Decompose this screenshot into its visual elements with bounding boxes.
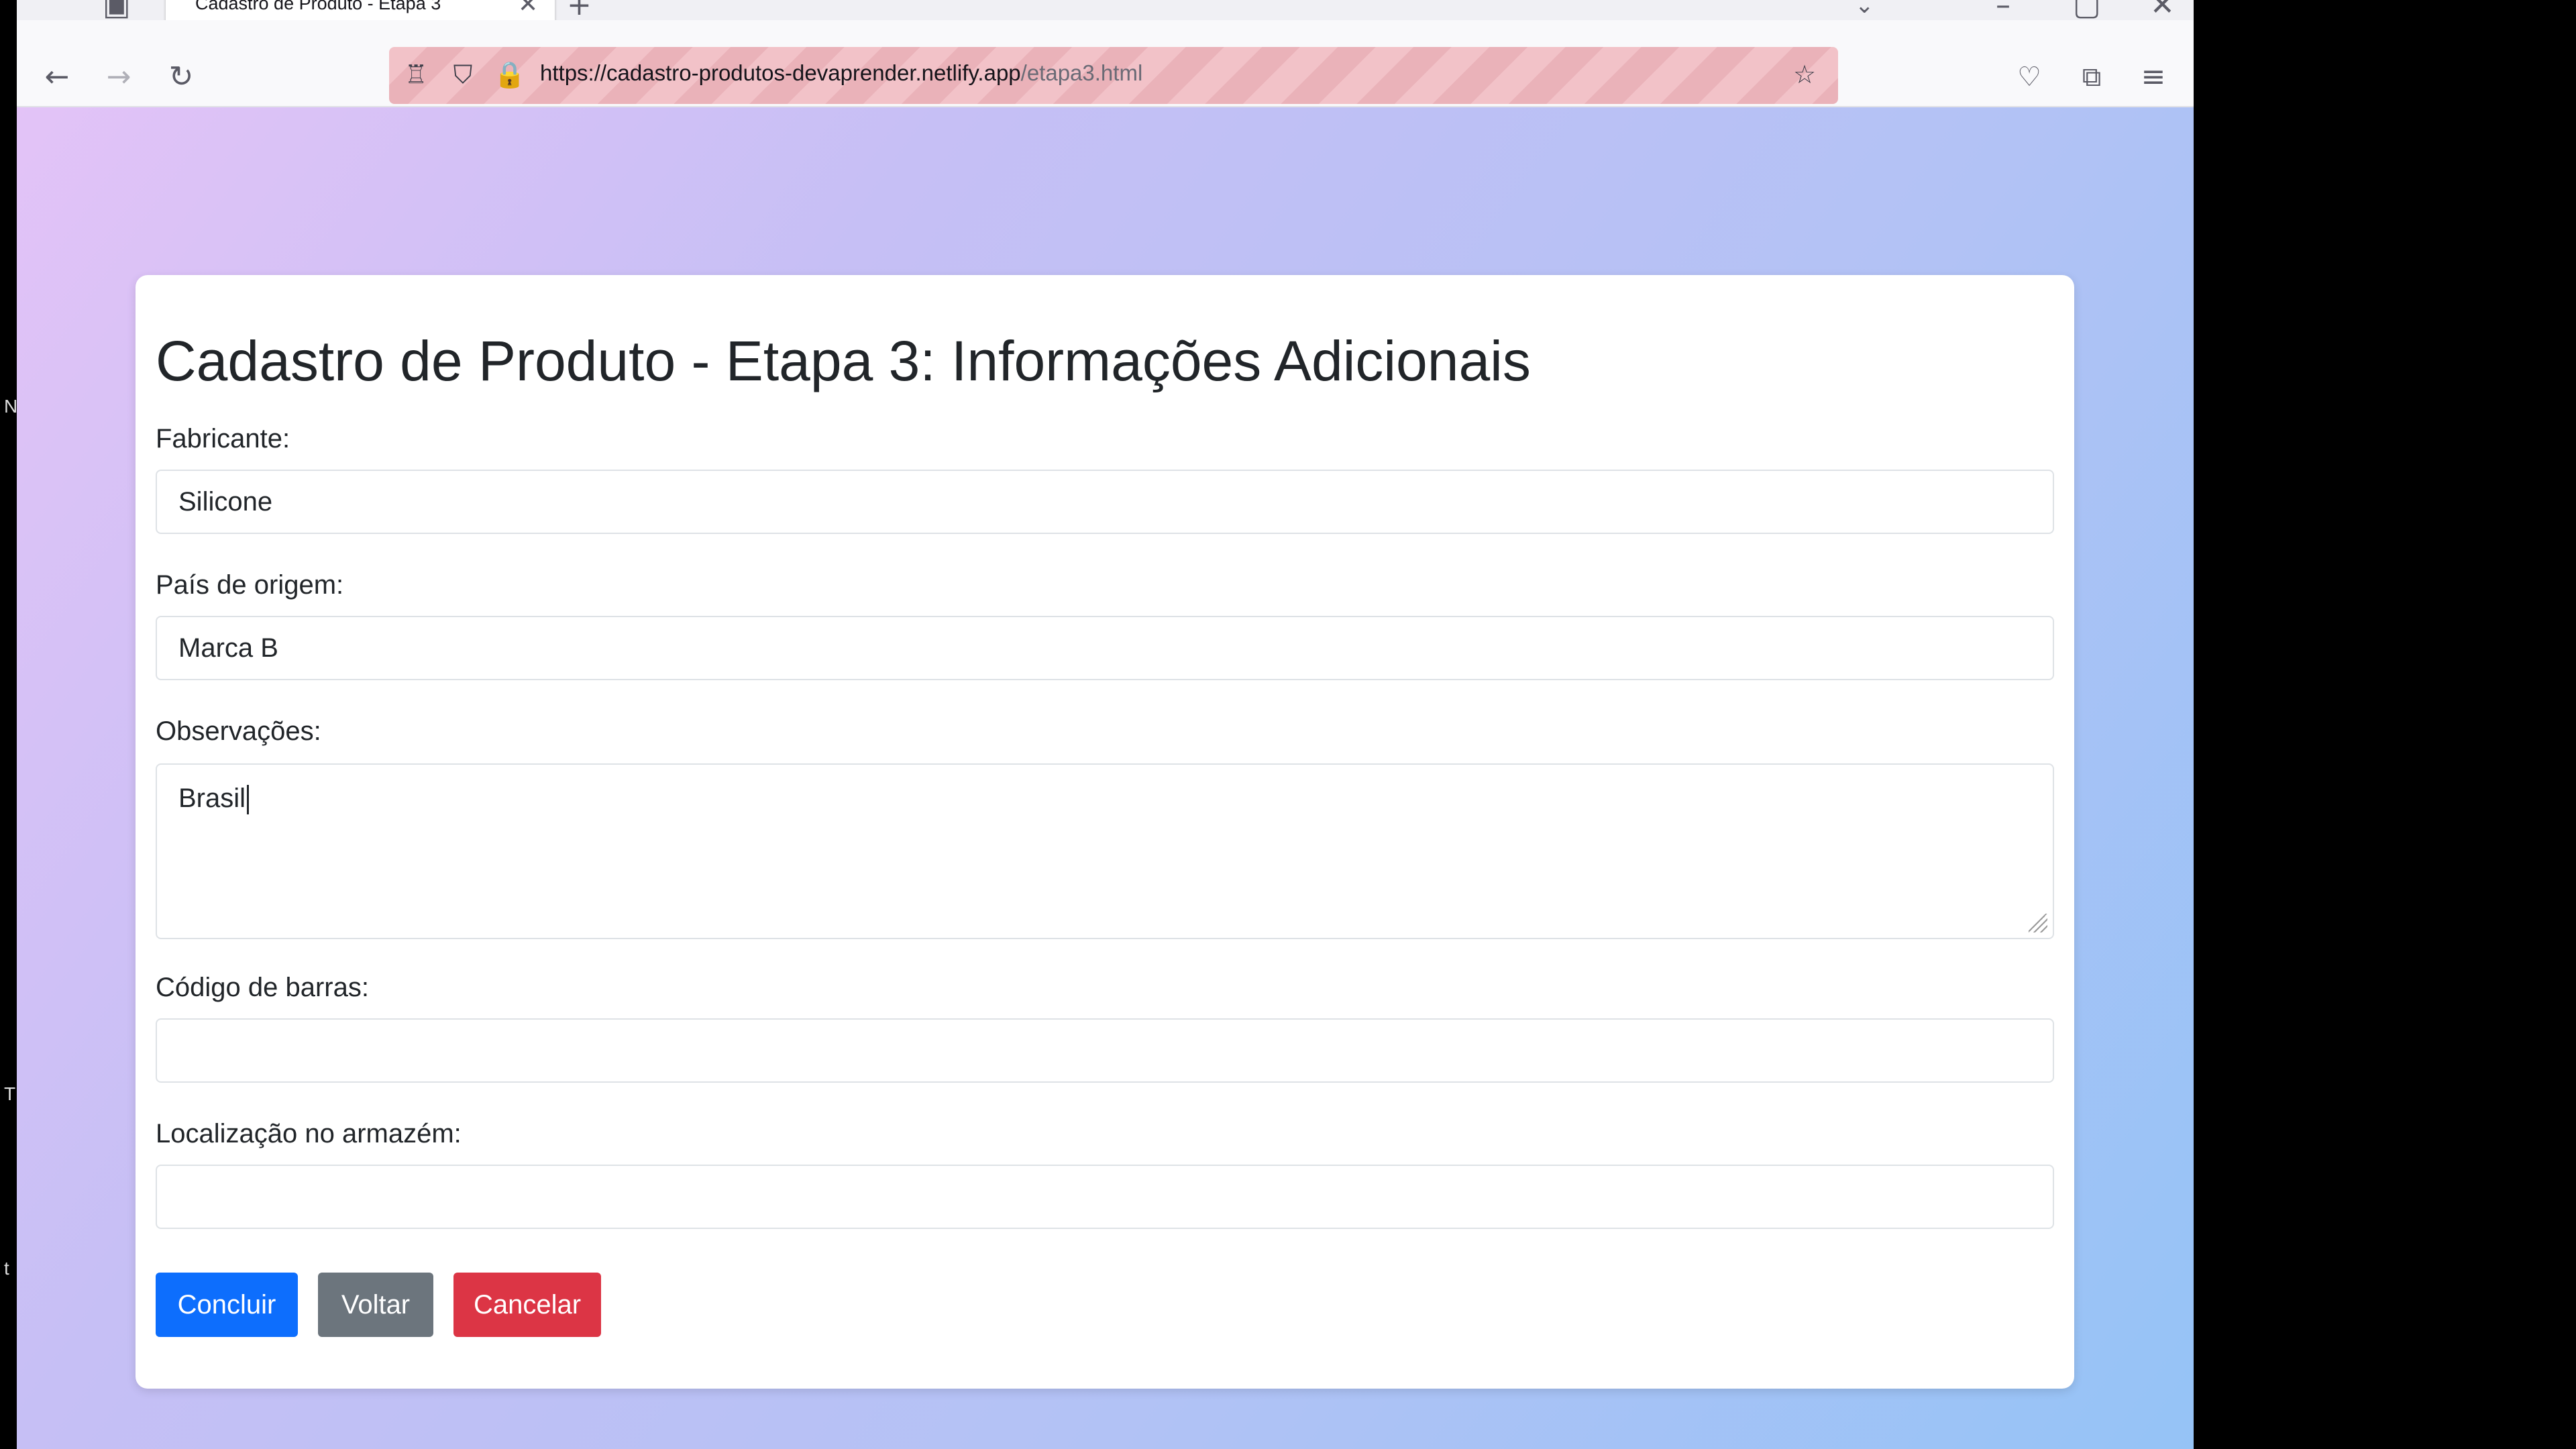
page-viewport: Cadastro de Produto - Etapa 3: Informaçõ…: [17, 107, 2194, 1449]
text-caret: [247, 785, 250, 815]
localizacao-input[interactable]: [156, 1165, 2054, 1229]
minimize-icon[interactable]: –: [1996, 0, 2010, 20]
observacoes-label: Observações:: [156, 716, 321, 746]
observacoes-textarea[interactable]: Brasil: [156, 763, 2054, 939]
concluir-button[interactable]: Concluir: [156, 1273, 298, 1337]
pocket-icon[interactable]: ♡: [2006, 54, 2053, 101]
tab-bar: ▣ Cadastro de Produto - Etapa 3 ✕ + ⌄ – …: [17, 0, 2194, 31]
url-host: https://cadastro-produtos-devaprender.ne…: [540, 60, 1021, 85]
remote-control-icon[interactable]: ♖: [399, 58, 433, 91]
url-text[interactable]: https://cadastro-produtos-devaprender.ne…: [540, 60, 1142, 86]
list-tabs-icon[interactable]: ⌄: [1855, 0, 1874, 20]
bookmark-star-icon[interactable]: ☆: [1788, 58, 1821, 91]
desktop-right-area: [2194, 0, 2576, 1449]
lock-icon[interactable]: 🔒: [493, 58, 527, 91]
back-icon[interactable]: ←: [34, 54, 80, 101]
edge-letter: t: [4, 1258, 9, 1279]
edge-letter: T: [4, 1083, 16, 1104]
desktop-left-edge: N T t: [0, 0, 17, 1449]
cancelar-button[interactable]: Cancelar: [453, 1273, 601, 1337]
reload-icon[interactable]: ↻: [158, 54, 205, 101]
pais-origem-input[interactable]: Marca B: [156, 616, 2054, 680]
observacoes-text: Brasil: [178, 784, 246, 813]
tab-title: Cadastro de Produto - Etapa 3: [195, 0, 441, 13]
firefox-view-icon[interactable]: ▣: [103, 0, 131, 20]
edge-letter: N: [4, 396, 18, 417]
close-tab-icon[interactable]: ✕: [518, 0, 538, 18]
tracking-protection-shield-icon[interactable]: ⛉: [446, 58, 480, 91]
pais-origem-label: País de origem:: [156, 570, 344, 600]
voltar-button[interactable]: Voltar: [318, 1273, 433, 1337]
window-close-icon[interactable]: ✕: [2150, 0, 2175, 20]
codigo-barras-label: Código de barras:: [156, 973, 369, 1002]
fabricante-label: Fabricante:: [156, 424, 290, 453]
fabricante-input[interactable]: Silicone: [156, 470, 2054, 534]
form-card: Cadastro de Produto - Etapa 3: Informaçõ…: [136, 275, 2074, 1389]
url-path: /etapa3.html: [1020, 60, 1143, 85]
page-title: Cadastro de Produto - Etapa 3: Informaçõ…: [156, 329, 1531, 392]
extensions-icon[interactable]: ⧉: [2068, 54, 2115, 101]
browser-window: ▣ Cadastro de Produto - Etapa 3 ✕ + ⌄ – …: [17, 0, 2194, 1449]
resize-grip-icon[interactable]: [2029, 914, 2047, 932]
app-menu-icon[interactable]: ≡: [2130, 54, 2177, 101]
maximize-icon[interactable]: ▢: [2073, 0, 2101, 20]
localizacao-label: Localização no armazém:: [156, 1119, 462, 1148]
codigo-barras-input[interactable]: [156, 1018, 2054, 1083]
forward-icon[interactable]: →: [95, 54, 142, 101]
new-tab-icon[interactable]: +: [567, 0, 592, 20]
url-bar[interactable]: ♖ ⛉ 🔒 https://cadastro-produtos-devapren…: [389, 47, 1838, 104]
navigation-toolbar: ← → ↻ ♖ ⛉ 🔒 https://cadastro-produtos-de…: [17, 20, 2194, 107]
